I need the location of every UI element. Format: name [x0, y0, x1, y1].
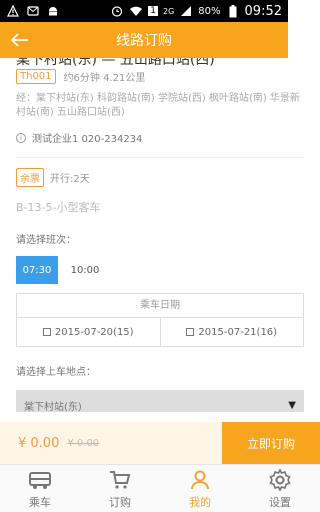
tab-ride[interactable]: 乘车	[0, 465, 80, 512]
tab-settings[interactable]: 设置	[240, 465, 320, 512]
ticket-info: 余票 开行:2天	[16, 168, 304, 187]
date-row: 2015-07-20(15) 2015-07-21(16)	[17, 318, 303, 346]
tab-label: 设置	[269, 495, 291, 509]
clock: 09:52	[244, 3, 282, 19]
gear-icon	[269, 467, 291, 492]
line-tag: Th001	[16, 69, 56, 84]
route-stops: 经：棠下村站(东) 科韵路站(南) 学院站(西) 枫叶路站(南) 华景新村站(南…	[16, 93, 300, 118]
signal-icon	[179, 4, 193, 18]
tab-order[interactable]: 订购	[80, 465, 160, 512]
vehicle-info: B-13-5-小型客车	[16, 201, 101, 214]
checkbox[interactable]	[186, 328, 195, 336]
battery-icon	[226, 4, 240, 18]
tab-label: 乘车	[29, 495, 51, 509]
page-title: 线路订购	[116, 33, 172, 49]
date-option[interactable]: 2015-07-20(15)	[17, 318, 160, 346]
checkbox[interactable]	[42, 328, 51, 336]
date-header: 乘车日期	[17, 294, 303, 318]
date-label: 2015-07-21(16)	[198, 326, 278, 338]
order-bar: ¥ 0.00 ¥ 0.00 立即订购	[0, 422, 320, 464]
status-bar: 1 2G 80% 09:52	[0, 0, 288, 22]
company-info: i 测试企业1 020-234234	[16, 130, 304, 145]
android-icon	[46, 4, 60, 18]
schedule-times: 07:30 10:00	[16, 256, 304, 284]
wifi-icon	[129, 4, 143, 18]
date-label: 2015-07-20(15)	[54, 326, 134, 338]
time-option[interactable]: 10:00	[64, 256, 106, 284]
divider	[16, 157, 304, 158]
boarding-select[interactable]: 棠下村站(东) ▼	[16, 390, 304, 412]
tab-label: 我的	[189, 495, 211, 509]
back-arrow-icon	[11, 33, 28, 47]
run-days: 开行:2天	[50, 174, 90, 185]
date-table: 乘车日期 2015-07-20(15) 2015-07-21(16)	[16, 293, 304, 347]
route-meta: 约6分钟 4.21公里	[63, 73, 146, 84]
warning-icon	[6, 4, 20, 18]
boarding-label: 请选择上车地点：	[16, 367, 96, 378]
cart-icon	[110, 470, 131, 489]
date-option[interactable]: 2015-07-21(16)	[159, 318, 304, 346]
time-option[interactable]: 07:30	[16, 256, 58, 284]
sim-indicator: 1	[148, 6, 158, 16]
info-icon: i	[16, 132, 26, 143]
back-button[interactable]	[0, 22, 40, 58]
price: ¥ 0.00	[18, 435, 60, 451]
tab-mine[interactable]: 我的	[160, 465, 240, 512]
network-indicator: 2G	[163, 6, 175, 16]
tab-bar: 乘车 订购 我的 设置	[0, 464, 320, 512]
message-icon	[26, 4, 40, 18]
alarm-icon	[110, 4, 124, 18]
app-bar: 线路订购	[0, 22, 288, 58]
bus-icon	[29, 471, 51, 489]
route-name: 棠下村站(东) — 五山路口站(西)	[16, 58, 215, 68]
schedule-label: 请选择班次：	[16, 235, 76, 246]
original-price: ¥ 0.00	[67, 437, 100, 449]
price-area: ¥ 0.00 ¥ 0.00	[0, 422, 222, 464]
line-info: Th001 约6分钟 4.21公里	[16, 69, 304, 84]
company-text: 测试企业1 020-234234	[32, 134, 143, 145]
battery-percent: 80%	[198, 5, 221, 17]
boarding-value: 棠下村站(东)	[24, 401, 82, 413]
route-detail: 棠下村站(东) — 五山路口站(西) Th001 约6分钟 4.21公里 经：棠…	[0, 58, 320, 412]
remaining-badge: 余票	[16, 168, 44, 187]
tab-label: 订购	[109, 495, 131, 509]
person-icon	[191, 470, 209, 489]
order-now-button[interactable]: 立即订购	[222, 422, 320, 464]
dropdown-arrow-icon: ▼	[288, 399, 296, 411]
